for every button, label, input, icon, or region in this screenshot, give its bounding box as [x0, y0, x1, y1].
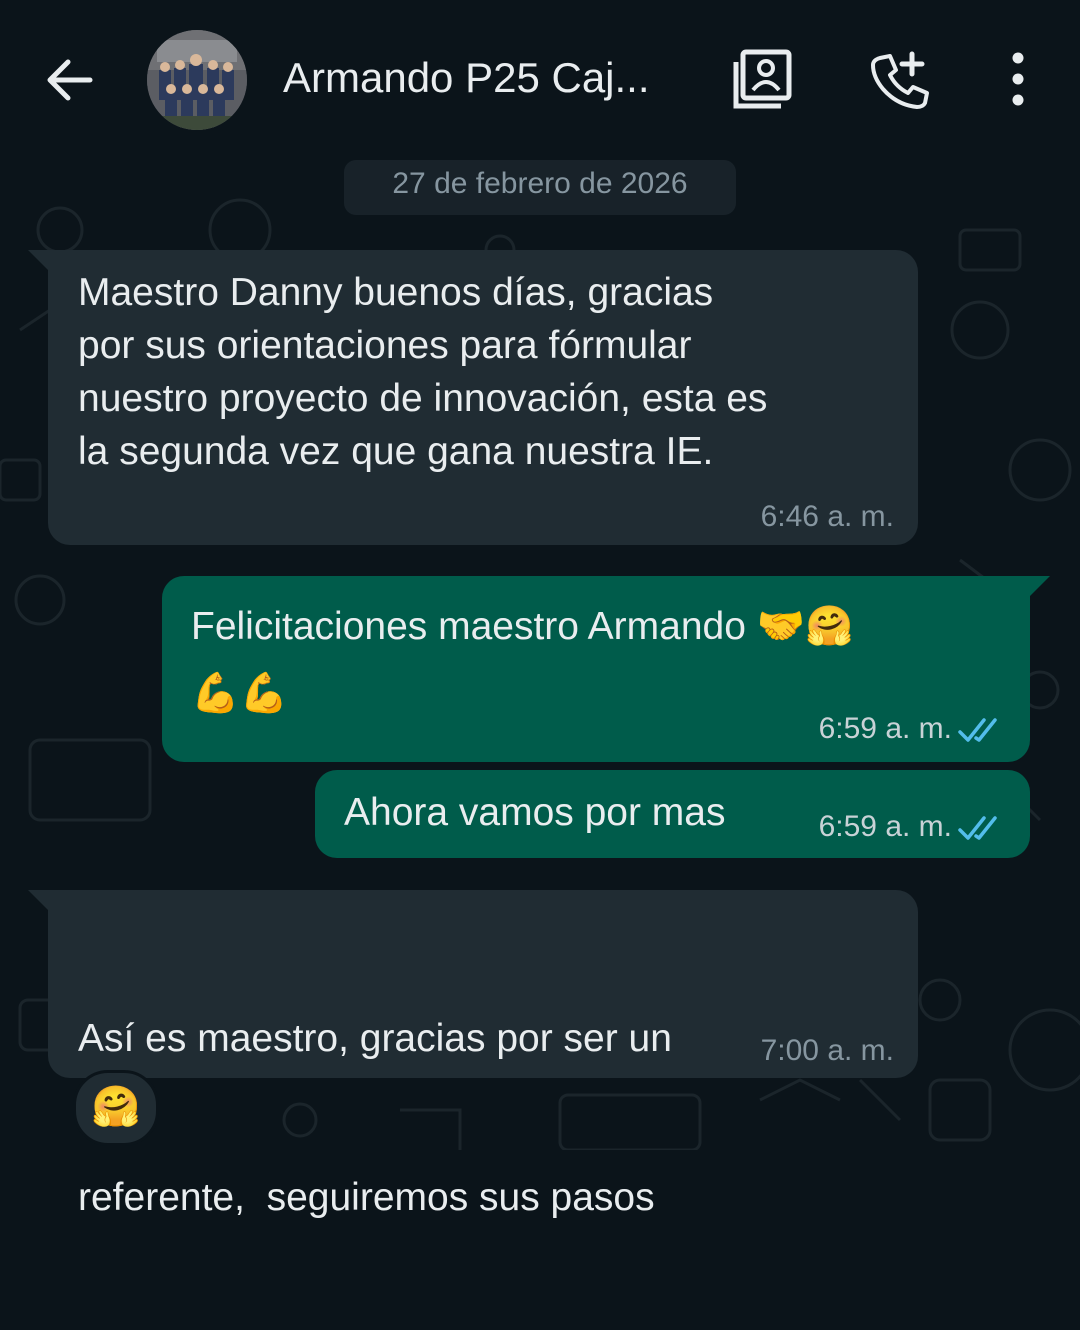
double-check-read-icon [958, 718, 997, 742]
message-text: Maestro Danny buenos días, gracias por s… [78, 271, 768, 473]
message-meta: 6:59 a. m. [819, 810, 1004, 844]
back-button[interactable] [40, 50, 100, 110]
incoming-message[interactable]: Maestro Danny buenos días, gracias por s… [28, 250, 918, 545]
avatar[interactable] [147, 30, 247, 130]
contact-name[interactable]: Armando P25 Caj... [283, 52, 693, 104]
add-call-button[interactable] [868, 48, 932, 112]
contact-card-icon [733, 49, 792, 109]
message-time: 7:00 a. m. [760, 1034, 894, 1067]
incoming-message[interactable]: Así es maestro, gracias por ser un refer… [28, 890, 918, 1219]
message-text: Ahora vamos por mas [344, 791, 726, 834]
bubble-tail [28, 250, 50, 272]
outgoing-message[interactable]: Felicitaciones maestro Armando 🤝🤗 💪💪 6:5… [162, 576, 1050, 762]
outgoing-message[interactable]: Ahora vamos por mas 6:59 a. m. [315, 770, 1030, 858]
date-divider: 27 de febrero de 2026 [344, 160, 736, 215]
double-check-read-icon [958, 816, 997, 840]
message-time: 6:59 a. m. [818, 712, 952, 745]
group-photo-avatar [147, 30, 247, 130]
arrow-left-icon [47, 59, 93, 101]
message-time: 6:46 a. m. [760, 500, 894, 533]
message-reaction[interactable]: 🤗 [73, 1070, 159, 1146]
message-time: 6:59 a. m. [818, 810, 952, 843]
bubble-tail [28, 890, 50, 912]
contact-card-button[interactable] [731, 48, 795, 112]
message-text: Así es maestro, gracias por ser un refer… [78, 1017, 672, 1219]
more-vertical-icon [1012, 52, 1024, 106]
message-text: Felicitaciones maestro Armando 🤝🤗 💪💪 [191, 605, 854, 715]
add-call-icon [871, 51, 929, 109]
message-meta: 6:59 a. m. [819, 712, 1004, 746]
reaction-emoji: 🤗 [91, 1085, 141, 1129]
chat-header: Armando P25 Caj... [0, 0, 1080, 156]
more-options-button[interactable] [986, 48, 1050, 112]
bubble-tail [1028, 576, 1050, 598]
